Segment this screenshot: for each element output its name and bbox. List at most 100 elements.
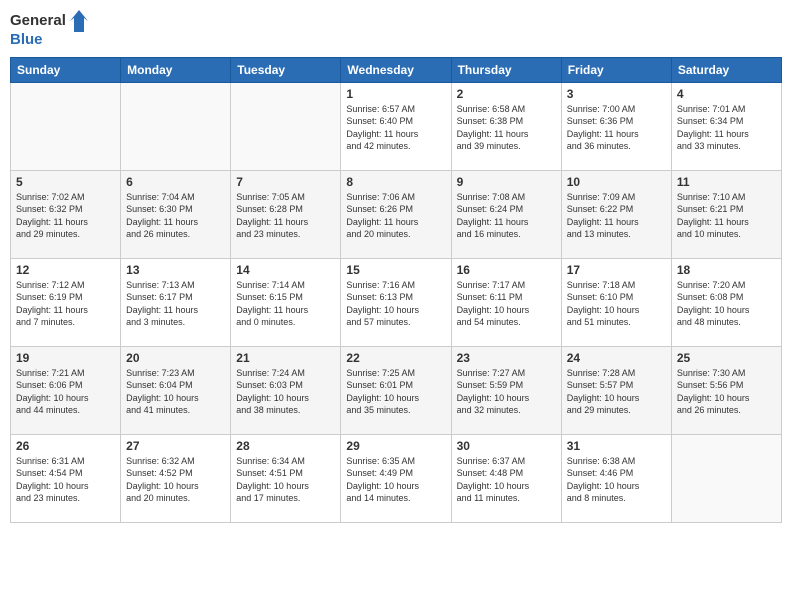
day-number: 31 [567, 439, 666, 453]
weekday-header-saturday: Saturday [671, 57, 781, 82]
day-info: Sunrise: 6:35 AM Sunset: 4:49 PM Dayligh… [346, 455, 445, 505]
day-number: 15 [346, 263, 445, 277]
day-info: Sunrise: 6:34 AM Sunset: 4:51 PM Dayligh… [236, 455, 335, 505]
weekday-header-row: SundayMondayTuesdayWednesdayThursdayFrid… [11, 57, 782, 82]
day-cell: 30Sunrise: 6:37 AM Sunset: 4:48 PM Dayli… [451, 434, 561, 522]
day-info: Sunrise: 7:09 AM Sunset: 6:22 PM Dayligh… [567, 191, 666, 241]
week-row-2: 5 Sunrise: 7:02 AM Sunset: 6:32 PM Daylig… [11, 170, 782, 258]
day-cell: 7Sunrise: 7:05 AM Sunset: 6:28 PM Daylig… [231, 170, 341, 258]
day-info: Sunrise: 7:17 AM Sunset: 6:11 PM Dayligh… [457, 279, 556, 329]
day-number: 26 [16, 439, 115, 453]
day-cell: 19 Sunrise: 7:21 AM Sunset: 6:06 PM Dayli… [11, 346, 121, 434]
day-info: Sunrise: 7:12 AM Sunset: 6:19 PM Dayligh… [16, 279, 115, 329]
day-number: 13 [126, 263, 225, 277]
day-number: 20 [126, 351, 225, 365]
day-info: Sunrise: 7:28 AM Sunset: 5:57 PM Dayligh… [567, 367, 666, 417]
day-info: Sunrise: 7:30 AM Sunset: 5:56 PM Dayligh… [677, 367, 776, 417]
day-cell: 23 Sunrise: 7:27 AM Sunset: 5:59 PM Dayli… [451, 346, 561, 434]
day-info: Sunrise: 7:02 AM Sunset: 6:32 PM Dayligh… [16, 191, 115, 241]
day-number: 23 [457, 351, 556, 365]
day-info: Sunrise: 6:58 AM Sunset: 6:38 PM Dayligh… [457, 103, 556, 153]
day-info: Sunrise: 7:16 AM Sunset: 6:13 PM Dayligh… [346, 279, 445, 329]
day-cell: 20 Sunrise: 7:23 AM Sunset: 6:04 PM Dayli… [121, 346, 231, 434]
calendar-table: SundayMondayTuesdayWednesdayThursdayFrid… [10, 57, 782, 523]
day-cell: 31 Sunrise: 6:38 AM Sunset: 4:46 PM Dayli… [561, 434, 671, 522]
day-info: Sunrise: 6:31 AM Sunset: 4:54 PM Dayligh… [16, 455, 115, 505]
day-number: 28 [236, 439, 335, 453]
day-number: 6 [126, 175, 225, 189]
day-info: Sunrise: 6:37 AM Sunset: 4:48 PM Dayligh… [457, 455, 556, 505]
day-cell: 29 Sunrise: 6:35 AM Sunset: 4:49 PM Dayli… [341, 434, 451, 522]
day-number: 2 [457, 87, 556, 101]
day-cell: 24 Sunrise: 7:28 AM Sunset: 5:57 PM Dayli… [561, 346, 671, 434]
weekday-header-monday: Monday [121, 57, 231, 82]
day-info: Sunrise: 7:24 AM Sunset: 6:03 PM Dayligh… [236, 367, 335, 417]
week-row-3: 12 Sunrise: 7:12 AM Sunset: 6:19 PM Dayli… [11, 258, 782, 346]
day-cell: 6 Sunrise: 7:04 AM Sunset: 6:30 PM Daylig… [121, 170, 231, 258]
day-cell [11, 82, 121, 170]
day-cell [231, 82, 341, 170]
day-cell [671, 434, 781, 522]
day-number: 14 [236, 263, 335, 277]
day-cell: 14Sunrise: 7:14 AM Sunset: 6:15 PM Dayli… [231, 258, 341, 346]
day-info: Sunrise: 7:08 AM Sunset: 6:24 PM Dayligh… [457, 191, 556, 241]
week-row-5: 26 Sunrise: 6:31 AM Sunset: 4:54 PM Dayli… [11, 434, 782, 522]
logo: General Blue [10, 10, 88, 49]
day-cell: 12 Sunrise: 7:12 AM Sunset: 6:19 PM Dayli… [11, 258, 121, 346]
weekday-header-thursday: Thursday [451, 57, 561, 82]
day-number: 5 [16, 175, 115, 189]
day-number: 18 [677, 263, 776, 277]
day-info: Sunrise: 7:00 AM Sunset: 6:36 PM Dayligh… [567, 103, 666, 153]
day-info: Sunrise: 7:18 AM Sunset: 6:10 PM Dayligh… [567, 279, 666, 329]
day-cell: 27Sunrise: 6:32 AM Sunset: 4:52 PM Dayli… [121, 434, 231, 522]
weekday-header-friday: Friday [561, 57, 671, 82]
weekday-header-sunday: Sunday [11, 57, 121, 82]
day-number: 4 [677, 87, 776, 101]
day-number: 27 [126, 439, 225, 453]
day-number: 16 [457, 263, 556, 277]
day-info: Sunrise: 7:10 AM Sunset: 6:21 PM Dayligh… [677, 191, 776, 241]
day-cell: 22Sunrise: 7:25 AM Sunset: 6:01 PM Dayli… [341, 346, 451, 434]
day-cell: 5 Sunrise: 7:02 AM Sunset: 6:32 PM Daylig… [11, 170, 121, 258]
day-number: 17 [567, 263, 666, 277]
day-cell: 25 Sunrise: 7:30 AM Sunset: 5:56 PM Dayli… [671, 346, 781, 434]
day-cell: 3 Sunrise: 7:00 AM Sunset: 6:36 PM Daylig… [561, 82, 671, 170]
day-info: Sunrise: 6:57 AM Sunset: 6:40 PM Dayligh… [346, 103, 445, 153]
day-info: Sunrise: 7:01 AM Sunset: 6:34 PM Dayligh… [677, 103, 776, 153]
weekday-header-tuesday: Tuesday [231, 57, 341, 82]
day-cell: 4 Sunrise: 7:01 AM Sunset: 6:34 PM Daylig… [671, 82, 781, 170]
day-cell: 15 Sunrise: 7:16 AM Sunset: 6:13 PM Dayli… [341, 258, 451, 346]
day-number: 19 [16, 351, 115, 365]
day-number: 9 [457, 175, 556, 189]
week-row-1: 1 Sunrise: 6:57 AM Sunset: 6:40 PM Daylig… [11, 82, 782, 170]
day-cell: 10 Sunrise: 7:09 AM Sunset: 6:22 PM Dayli… [561, 170, 671, 258]
day-number: 1 [346, 87, 445, 101]
day-cell: 18 Sunrise: 7:20 AM Sunset: 6:08 PM Dayli… [671, 258, 781, 346]
day-number: 21 [236, 351, 335, 365]
day-info: Sunrise: 7:04 AM Sunset: 6:30 PM Dayligh… [126, 191, 225, 241]
day-info: Sunrise: 6:38 AM Sunset: 4:46 PM Dayligh… [567, 455, 666, 505]
day-cell: 21 Sunrise: 7:24 AM Sunset: 6:03 PM Dayli… [231, 346, 341, 434]
day-info: Sunrise: 7:25 AM Sunset: 6:01 PM Dayligh… [346, 367, 445, 417]
day-cell: 1 Sunrise: 6:57 AM Sunset: 6:40 PM Daylig… [341, 82, 451, 170]
day-number: 24 [567, 351, 666, 365]
day-info: Sunrise: 7:05 AM Sunset: 6:28 PM Dayligh… [236, 191, 335, 241]
day-cell: 11Sunrise: 7:10 AM Sunset: 6:21 PM Dayli… [671, 170, 781, 258]
day-info: Sunrise: 7:23 AM Sunset: 6:04 PM Dayligh… [126, 367, 225, 417]
logo-text: General Blue [10, 10, 88, 49]
day-number: 25 [677, 351, 776, 365]
day-number: 10 [567, 175, 666, 189]
day-number: 12 [16, 263, 115, 277]
day-info: Sunrise: 7:20 AM Sunset: 6:08 PM Dayligh… [677, 279, 776, 329]
day-cell: 17 Sunrise: 7:18 AM Sunset: 6:10 PM Dayli… [561, 258, 671, 346]
day-number: 3 [567, 87, 666, 101]
day-cell: 28 Sunrise: 6:34 AM Sunset: 4:51 PM Dayli… [231, 434, 341, 522]
day-info: Sunrise: 7:13 AM Sunset: 6:17 PM Dayligh… [126, 279, 225, 329]
day-cell [121, 82, 231, 170]
day-number: 29 [346, 439, 445, 453]
header: General Blue [10, 10, 782, 49]
day-cell: 9 Sunrise: 7:08 AM Sunset: 6:24 PM Daylig… [451, 170, 561, 258]
day-info: Sunrise: 7:21 AM Sunset: 6:06 PM Dayligh… [16, 367, 115, 417]
day-cell: 13 Sunrise: 7:13 AM Sunset: 6:17 PM Dayli… [121, 258, 231, 346]
day-info: Sunrise: 7:27 AM Sunset: 5:59 PM Dayligh… [457, 367, 556, 417]
